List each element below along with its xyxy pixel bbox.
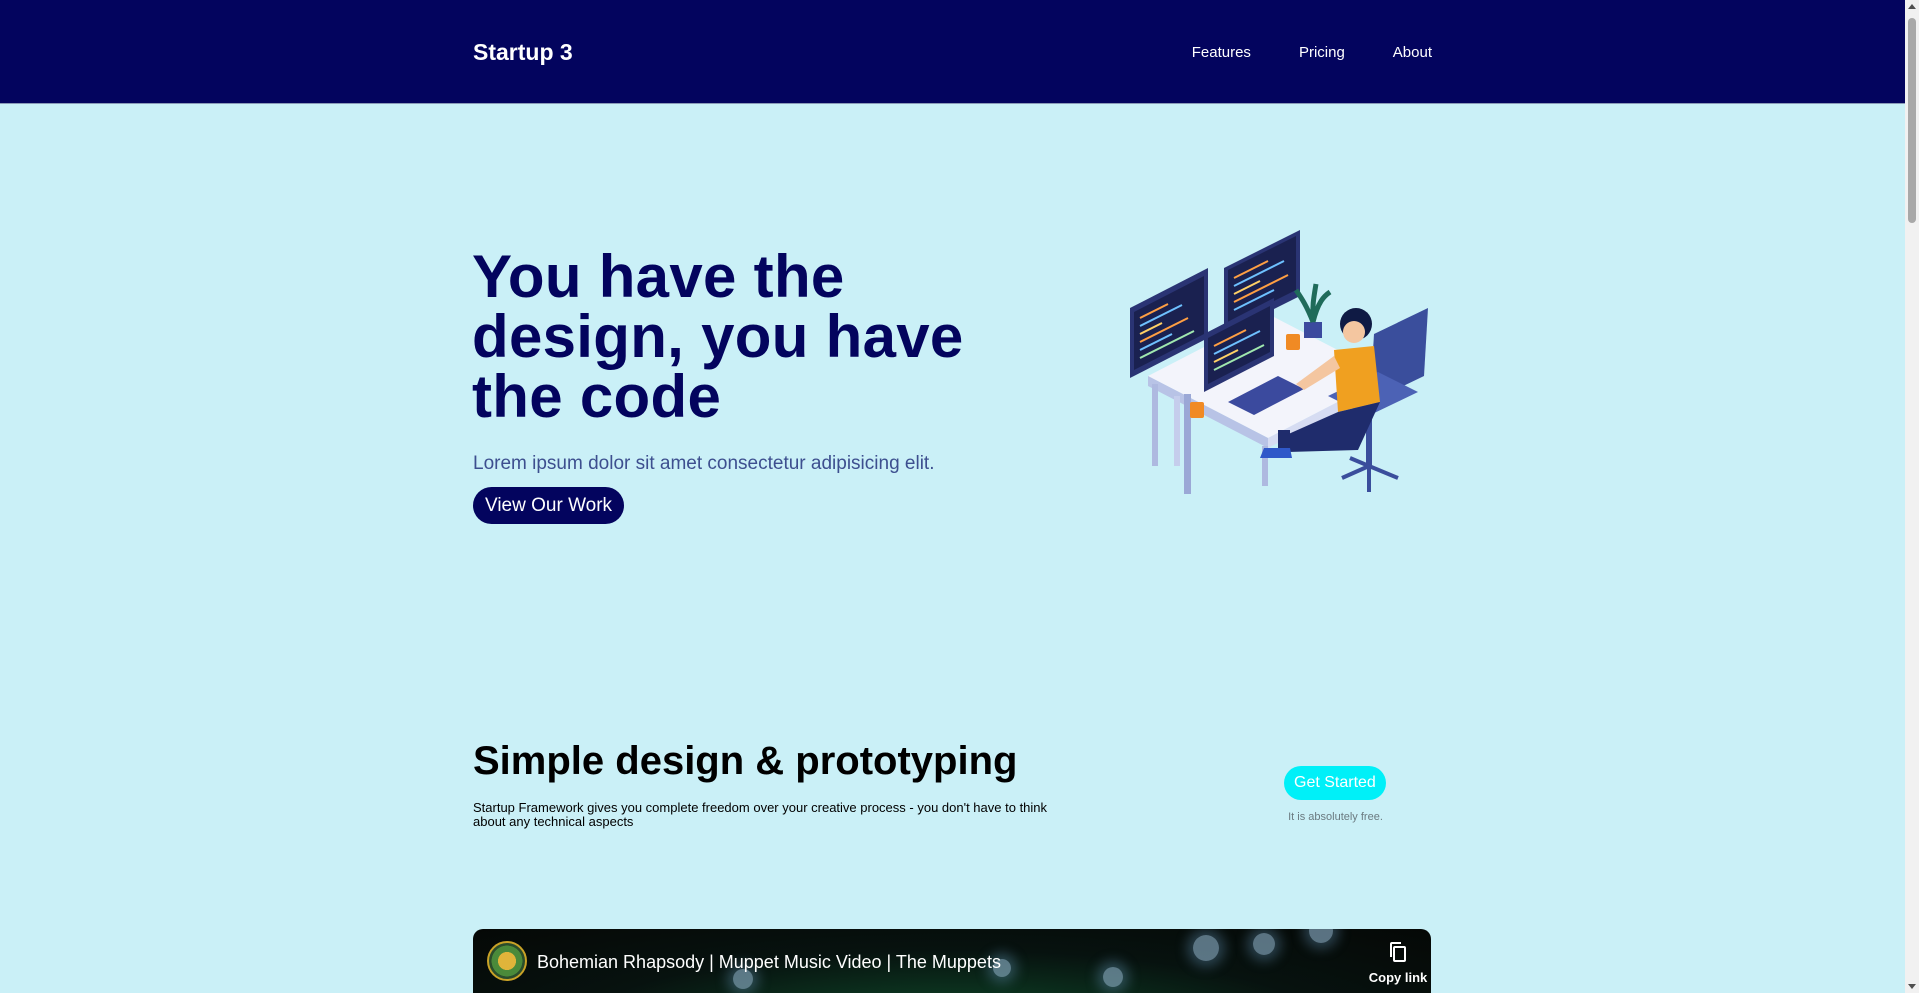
video-title[interactable]: Bohemian Rhapsody | Muppet Music Video |… [537,951,1001,973]
channel-avatar[interactable] [487,941,527,981]
video-light [1103,967,1123,987]
video-light [1309,929,1333,943]
nav-links: Features Pricing About [1144,44,1432,62]
video-light [1193,935,1219,961]
video-embed[interactable]: Bohemian Rhapsody | Muppet Music Video |… [473,929,1431,993]
hero-title: You have the design, you have the code [472,243,964,430]
section-title: Simple design & prototyping [473,739,1018,783]
video-light [1253,933,1275,955]
navbar: Startup 3 Features Pricing About [0,0,1905,104]
brand-logo[interactable]: Startup 3 [473,38,573,66]
copy-link-button[interactable]: Copy link [1367,941,1429,985]
page: Startup 3 Features Pricing About You hav… [0,0,1905,993]
scrollbar-thumb[interactable] [1908,18,1916,223]
view-our-work-button[interactable]: View Our Work [473,487,625,524]
developer-at-desk-illustration [1130,230,1428,494]
cta-note: It is absolutely free. [1288,811,1383,823]
nav-link-pricing[interactable]: Pricing [1299,44,1345,62]
nav-link-about[interactable]: About [1393,44,1432,62]
hero-subtitle: Lorem ipsum dolor sit amet consectetur a… [473,453,935,474]
get-started-button[interactable]: Get Started [1284,766,1386,800]
section-description: Startup Framework gives you complete fre… [473,800,1048,829]
scroll-up-arrow-icon[interactable] [1908,4,1916,9]
scroll-down-arrow-icon[interactable] [1908,984,1916,989]
vertical-scrollbar[interactable] [1905,0,1919,993]
copy-icon [1390,942,1406,962]
nav-link-features[interactable]: Features [1192,44,1251,62]
copy-link-label: Copy link [1368,970,1428,985]
